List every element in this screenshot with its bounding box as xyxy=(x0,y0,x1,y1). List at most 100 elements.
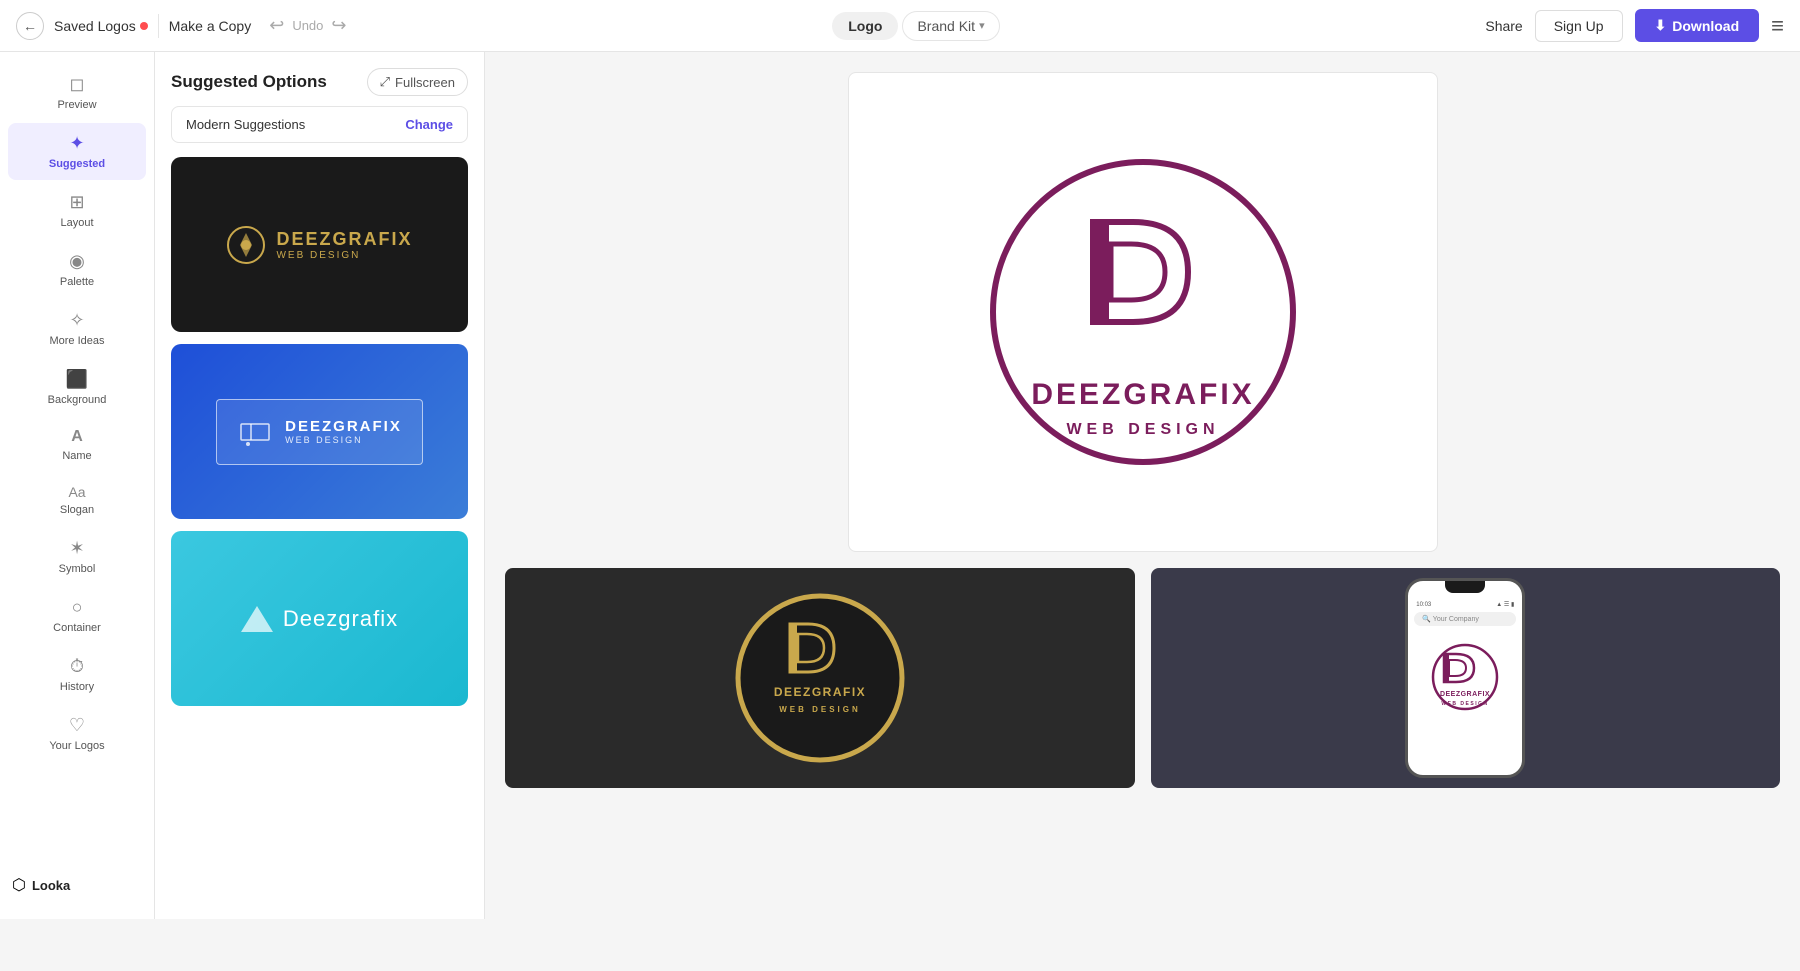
more-ideas-icon: ✧ xyxy=(69,310,84,331)
sidebar-item-layout[interactable]: ⊞ Layout xyxy=(8,182,146,239)
preview-icon: ◻ xyxy=(70,74,85,95)
tab-logo[interactable]: Logo xyxy=(832,12,898,40)
undo-icon: ↩ xyxy=(269,15,284,36)
logo-suggestion-3[interactable]: Deezgrafix xyxy=(171,531,468,706)
main-logo-svg: DEEZGRAFIX WEB DESIGN xyxy=(973,142,1313,482)
fullscreen-label: Fullscreen xyxy=(395,75,455,90)
back-icon: ← xyxy=(23,18,37,34)
card2-text: DEEZGRAFIX WEB DESIGN xyxy=(285,418,402,445)
redo-button[interactable]: ↪ xyxy=(331,15,346,36)
phone-time: 10:03 xyxy=(1416,602,1431,608)
sidebar-item-history[interactable]: ⏱ History xyxy=(8,646,146,703)
phone-mockup[interactable]: 10:03 ▲ ☰ ▮ 🔍 Your Company xyxy=(1151,568,1781,788)
name-icon: A xyxy=(71,428,83,446)
change-filter-button[interactable]: Change xyxy=(405,117,453,132)
your-logos-icon: ♡ xyxy=(69,715,85,736)
mockup-row: DEEZGRAFIX WEB DESIGN 10:03 ▲ ☰ ▮ xyxy=(505,568,1780,788)
phone-logo-svg: DEEZGRAFIX WEB DESIGN xyxy=(1430,642,1500,712)
sticker-mockup[interactable]: DEEZGRAFIX WEB DESIGN xyxy=(505,568,1135,788)
card3-triangle-icon xyxy=(241,606,273,632)
logo-suggestion-2[interactable]: DEEZGRAFIX WEB DESIGN xyxy=(171,344,468,519)
share-button[interactable]: Share xyxy=(1485,18,1522,34)
history-icon: ⏱ xyxy=(70,656,84,677)
panel-title: Suggested Options xyxy=(171,72,327,92)
more-menu-button[interactable]: ≡ xyxy=(1771,13,1784,39)
redo-icon: ↪ xyxy=(331,15,346,36)
undo-button[interactable]: ↩ xyxy=(269,15,284,36)
sidebar-item-preview[interactable]: ◻ Preview xyxy=(8,64,146,121)
card1-symbol-icon xyxy=(226,225,266,265)
sidebar-item-symbol[interactable]: ✶ Symbol xyxy=(8,528,146,585)
svg-text:WEB DESIGN: WEB DESIGN xyxy=(1442,701,1489,707)
phone-notch xyxy=(1445,581,1485,593)
download-button[interactable]: ⬇ Download xyxy=(1635,9,1760,42)
back-button[interactable]: ← xyxy=(16,12,44,40)
phone-frame: 10:03 ▲ ☰ ▮ 🔍 Your Company xyxy=(1405,578,1525,778)
sidebar-item-more-ideas[interactable]: ✧ More Ideas xyxy=(8,300,146,357)
sidebar-item-label: Slogan xyxy=(60,504,94,516)
svg-text:WEB DESIGN: WEB DESIGN xyxy=(779,705,861,714)
card1-tagline: WEB DESIGN xyxy=(276,250,412,261)
sidebar: ◻ Preview ✦ Suggested ⊞ Layout ◉ Palette… xyxy=(0,52,155,919)
palette-icon: ◉ xyxy=(69,251,85,272)
card1-brand-name: DEEZGRAFIX xyxy=(276,229,412,250)
tab-brandkit-label: Brand Kit xyxy=(917,18,975,34)
sidebar-item-name[interactable]: A Name xyxy=(8,418,146,472)
signup-button[interactable]: Sign Up xyxy=(1535,10,1623,42)
fullscreen-button[interactable]: ⤢ Fullscreen xyxy=(367,68,468,96)
phone-screen: 10:03 ▲ ☰ ▮ 🔍 Your Company xyxy=(1408,581,1522,775)
undo-redo-group: ↩ Undo ↪ xyxy=(269,15,346,36)
sidebar-item-palette[interactable]: ◉ Palette xyxy=(8,241,146,298)
card2-symbol-icon xyxy=(237,414,273,450)
svg-text:DEEZGRAFIX: DEEZGRAFIX xyxy=(774,685,866,699)
saved-logos-text: Saved Logos xyxy=(54,18,136,34)
download-label: Download xyxy=(1672,18,1739,34)
phone-status-icons: ▲ ☰ ▮ xyxy=(1496,601,1514,608)
sidebar-item-label: Background xyxy=(48,394,107,406)
phone-logo-area: DEEZGRAFIX WEB DESIGN xyxy=(1414,634,1516,720)
sticker-svg: DEEZGRAFIX WEB DESIGN xyxy=(730,588,910,768)
header-right: Share Sign Up ⬇ Download ≡ xyxy=(1485,9,1784,42)
background-icon: ⬛ xyxy=(66,369,88,390)
phone-url-text: Your Company xyxy=(1433,616,1479,623)
looka-hexagon-icon: ⬡ xyxy=(12,875,26,895)
sidebar-item-label: Name xyxy=(62,450,91,462)
sidebar-item-suggested[interactable]: ✦ Suggested xyxy=(8,123,146,180)
more-menu-icon: ≡ xyxy=(1771,13,1784,38)
looka-brand-name: Looka xyxy=(32,878,70,893)
canvas-area: DEEZGRAFIX WEB DESIGN DEEZGRAFIX W xyxy=(485,52,1800,919)
card2-brand-name: DEEZGRAFIX xyxy=(285,418,402,435)
sidebar-item-label: Symbol xyxy=(59,563,96,575)
sidebar-item-label: More Ideas xyxy=(49,335,104,347)
tab-brandkit[interactable]: Brand Kit ▾ xyxy=(902,11,999,41)
sidebar-item-label: Suggested xyxy=(49,158,105,170)
card3-content: Deezgrafix xyxy=(241,606,398,632)
main-logo-preview[interactable]: DEEZGRAFIX WEB DESIGN xyxy=(848,72,1438,552)
symbol-icon: ✶ xyxy=(69,538,84,559)
make-copy-button[interactable]: Make a Copy xyxy=(169,18,251,34)
sidebar-item-label: Palette xyxy=(60,276,94,288)
sidebar-footer: ⬡ Looka xyxy=(0,863,154,907)
sidebar-item-container[interactable]: ○ Container xyxy=(8,587,146,644)
sidebar-item-label: Layout xyxy=(60,217,93,229)
logo-suggestion-1[interactable]: DEEZGRAFIX WEB DESIGN xyxy=(171,157,468,332)
header-center: Logo Brand Kit ▾ xyxy=(358,11,1473,41)
card2-tagline: WEB DESIGN xyxy=(285,435,402,445)
saved-logos-notification-dot xyxy=(140,22,148,30)
sidebar-item-background[interactable]: ⬛ Background xyxy=(8,359,146,416)
saved-logos-link[interactable]: Saved Logos xyxy=(54,18,148,34)
header-left: ← Saved Logos Make a Copy ↩ Undo ↪ xyxy=(16,12,346,40)
card3-brand-name: Deezgrafix xyxy=(283,606,398,632)
sidebar-item-your-logos[interactable]: ♡ Your Logos xyxy=(8,705,146,762)
slogan-icon: Aa xyxy=(68,484,85,500)
sidebar-item-label: Container xyxy=(53,622,101,634)
sidebar-items-list: ◻ Preview ✦ Suggested ⊞ Layout ◉ Palette… xyxy=(0,64,154,762)
filter-bar: Modern Suggestions Change xyxy=(171,106,468,143)
container-icon: ○ xyxy=(72,597,83,618)
sidebar-item-label: History xyxy=(60,681,94,693)
logo-suggestions-list: DEEZGRAFIX WEB DESIGN DEEZGRAFIX WEB DES… xyxy=(155,157,484,706)
layout-icon: ⊞ xyxy=(69,192,84,213)
sidebar-item-slogan[interactable]: Aa Slogan xyxy=(8,474,146,526)
suggestions-panel: Suggested Options ⤢ Fullscreen Modern Su… xyxy=(155,52,485,919)
filter-label: Modern Suggestions xyxy=(186,117,305,132)
